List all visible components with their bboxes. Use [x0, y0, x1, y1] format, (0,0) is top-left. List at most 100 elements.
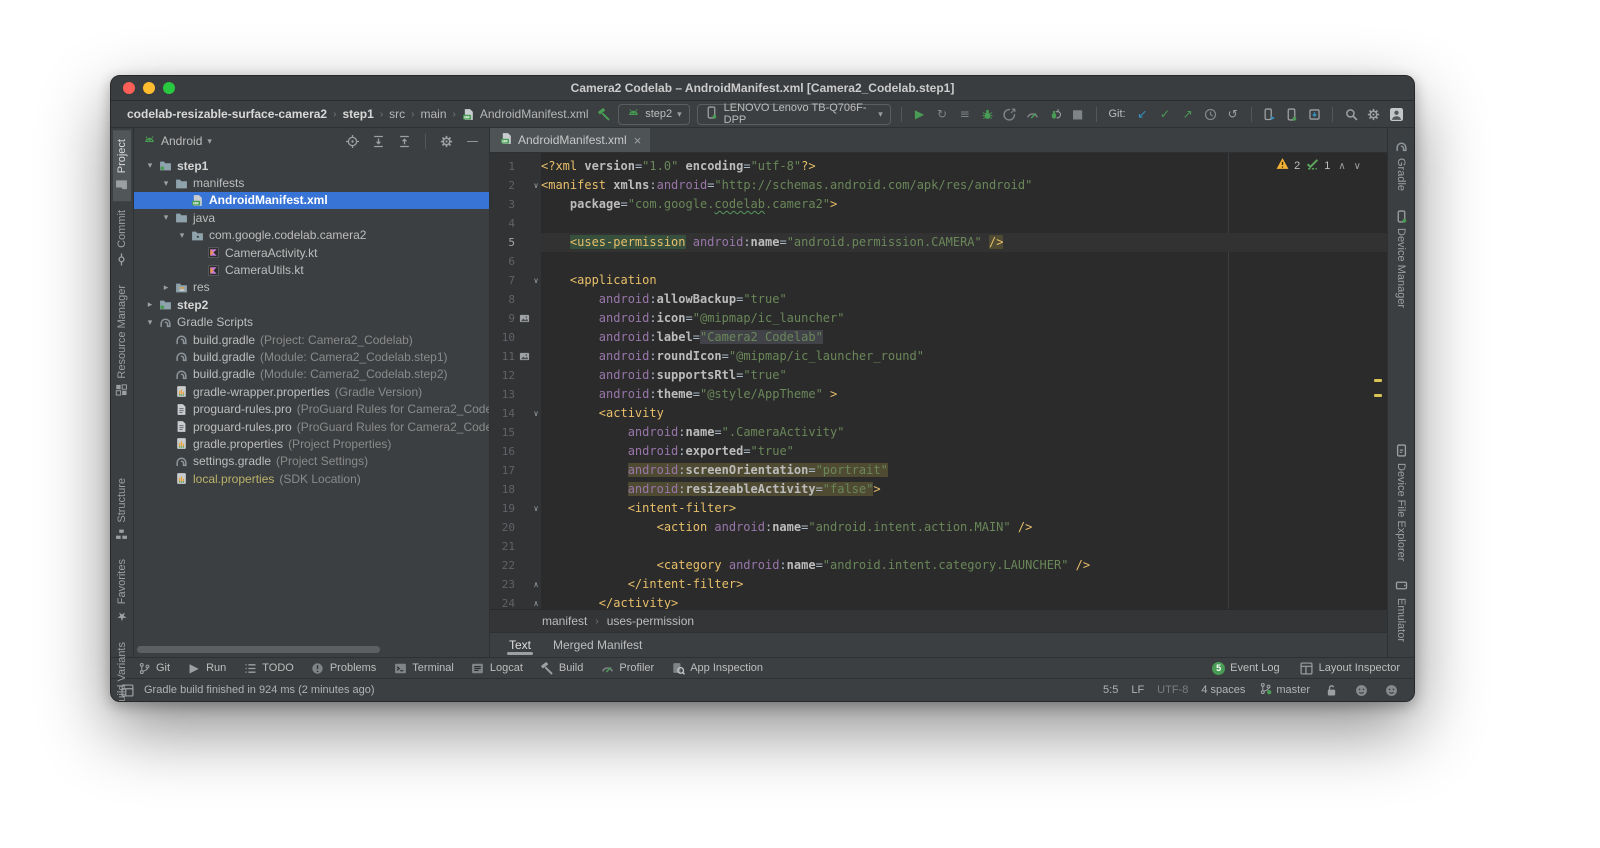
- inspections-widget[interactable]: 2 1 ∧ ∨: [1275, 156, 1361, 177]
- face-icon[interactable]: [1383, 682, 1400, 699]
- previous-problem-icon[interactable]: ∧: [1338, 157, 1345, 176]
- code-line[interactable]: 8 android:allowBackup="true": [490, 290, 1387, 309]
- code-line[interactable]: 23 ∧ </intent-filter>: [490, 575, 1387, 594]
- sdk-manager-button[interactable]: [1307, 106, 1323, 123]
- code-line[interactable]: 13 android:theme="@style/AppTheme" >: [490, 385, 1387, 404]
- expand-all-button[interactable]: [370, 133, 387, 150]
- hide-panel-button[interactable]: —: [464, 133, 481, 150]
- tree-item[interactable]: ▾ Gradle Scripts: [134, 314, 489, 331]
- lock-icon[interactable]: [1323, 682, 1340, 699]
- code-line[interactable]: 7 ∨ <application: [490, 271, 1387, 290]
- tool-window-button-logcat[interactable]: Logcat: [471, 661, 523, 675]
- breadcrumb-item[interactable]: manifest: [542, 614, 587, 628]
- profile-avatar[interactable]: [1389, 106, 1405, 123]
- tree-toggle-icon[interactable]: ▾: [174, 230, 190, 241]
- attach-debugger-button[interactable]: [1002, 106, 1018, 123]
- profile-restart-button[interactable]: [1047, 106, 1063, 123]
- next-problem-icon[interactable]: ∨: [1354, 157, 1361, 176]
- rollback-button[interactable]: ↺: [1225, 106, 1241, 123]
- tree-item[interactable]: gradle.properties (Project Properties): [134, 435, 489, 452]
- sidebar-item-resource-manager[interactable]: Resource Manager: [113, 276, 131, 407]
- collapse-all-button[interactable]: [396, 133, 413, 150]
- fold-marker-icon[interactable]: ∨: [531, 271, 541, 290]
- editor-tab[interactable]: MF AndroidManifest.xml ×: [490, 128, 651, 152]
- code-line[interactable]: 14 ∨ <activity: [490, 404, 1387, 423]
- code-line[interactable]: 18 android:resizeableActivity="false">: [490, 480, 1387, 499]
- tree-toggle-icon[interactable]: ▸: [158, 282, 174, 293]
- debug-button[interactable]: [979, 106, 995, 123]
- code-line[interactable]: 1 <?xml version="1.0" encoding="utf-8"?>: [490, 157, 1387, 176]
- sidebar-item-build-variants[interactable]: Build Variants: [113, 633, 131, 701]
- minimize-window-button[interactable]: [143, 82, 155, 94]
- tree-item[interactable]: proguard-rules.pro (ProGuard Rules for Ca…: [134, 400, 489, 417]
- breadcrumb-item[interactable]: codelab-resizable-surface-camera2: [127, 107, 327, 121]
- tree-item[interactable]: ▸ res: [134, 279, 489, 296]
- locate-file-button[interactable]: [344, 133, 361, 150]
- project-horizontal-scrollbar[interactable]: [137, 646, 380, 653]
- tree-item[interactable]: proguard-rules.pro (ProGuard Rules for Ca…: [134, 418, 489, 435]
- close-window-button[interactable]: [123, 82, 135, 94]
- settings-button[interactable]: [1366, 106, 1382, 123]
- maximize-window-button[interactable]: [163, 82, 175, 94]
- tree-toggle-icon[interactable]: ▾: [158, 178, 174, 189]
- breadcrumb-item[interactable]: step1: [342, 107, 373, 121]
- tree-item[interactable]: build.gradle (Project: Camera2_Codelab): [134, 331, 489, 348]
- project-view-selector[interactable]: Android: [161, 134, 202, 148]
- profile-button[interactable]: [1025, 106, 1041, 123]
- run-config-selector[interactable]: step2 ▾: [618, 103, 690, 125]
- fold-marker-icon[interactable]: ∨: [531, 404, 541, 423]
- code-line[interactable]: 6: [490, 252, 1387, 271]
- tree-item[interactable]: ▾ java: [134, 209, 489, 226]
- pair-devices-button[interactable]: [1262, 106, 1278, 123]
- tree-toggle-icon[interactable]: ▾: [158, 212, 174, 223]
- code-line[interactable]: 5 <uses-permission android:name="android…: [490, 233, 1387, 252]
- build-project-button[interactable]: [596, 106, 612, 123]
- git-commit-button[interactable]: ✓: [1157, 106, 1173, 123]
- tool-window-button-profiler[interactable]: Profiler: [600, 661, 654, 675]
- panel-settings-button[interactable]: [438, 133, 455, 150]
- breadcrumb-item[interactable]: src: [389, 107, 405, 121]
- indent-style[interactable]: 4 spaces: [1201, 684, 1245, 696]
- warning-stripe-mark[interactable]: [1374, 379, 1382, 382]
- tree-item[interactable]: CameraUtils.kt: [134, 261, 489, 278]
- code-line[interactable]: 3 package="com.google.codelab.camera2">: [490, 195, 1387, 214]
- git-push-button[interactable]: ↗: [1180, 106, 1196, 123]
- warning-stripe-mark[interactable]: [1374, 394, 1382, 397]
- tree-toggle-icon[interactable]: ▾: [142, 317, 158, 328]
- line-separator[interactable]: LF: [1131, 684, 1144, 696]
- tree-item[interactable]: build.gradle (Module: Camera2_Codelab.ste…: [134, 366, 489, 383]
- fold-marker-icon[interactable]: ∧: [531, 575, 541, 594]
- code-line[interactable]: 11 android:roundIcon="@mipmap/ic_launche…: [490, 347, 1387, 366]
- tool-window-button-terminal[interactable]: Terminal: [393, 661, 454, 675]
- code-line[interactable]: 12 android:supportsRtl="true": [490, 366, 1387, 385]
- tree-item[interactable]: ▾ com.google.codelab.camera2: [134, 227, 489, 244]
- run-button[interactable]: ▶: [912, 106, 928, 123]
- tree-item[interactable]: ▾ manifests: [134, 174, 489, 191]
- tree-toggle-icon[interactable]: ▾: [142, 160, 158, 171]
- tool-window-button-app-inspection[interactable]: App Inspection: [671, 661, 763, 675]
- sidebar-item-structure[interactable]: Structure: [113, 469, 131, 551]
- code-line[interactable]: 2 ∨ <manifest xmlns:android="http://schema…: [490, 176, 1387, 195]
- sidebar-item-emulator[interactable]: Emulator: [1392, 570, 1410, 651]
- code-line[interactable]: 22 <category android:name="android.inten…: [490, 556, 1387, 575]
- tool-window-button-todo[interactable]: TODO: [243, 661, 294, 675]
- sidebar-item-device-manager[interactable]: Device Manager: [1392, 200, 1410, 317]
- tree-item[interactable]: gradle-wrapper.properties (Gradle Version…: [134, 383, 489, 400]
- fold-marker-icon[interactable]: ∨: [531, 499, 541, 518]
- code-line[interactable]: 20 <action android:name="android.intent.…: [490, 518, 1387, 537]
- breadcrumb-item[interactable]: uses-permission: [607, 614, 694, 628]
- code-line[interactable]: 9 android:icon="@mipmap/ic_launcher": [490, 309, 1387, 328]
- search-everywhere-button[interactable]: [1343, 106, 1359, 123]
- device-selector[interactable]: LENOVO Lenovo TB-Q706F-DPP ▾: [696, 102, 891, 126]
- breadcrumb-item[interactable]: main: [421, 107, 447, 121]
- code-line[interactable]: 17 android:screenOrientation="portrait": [490, 461, 1387, 480]
- tree-item[interactable]: settings.gradle (Project Settings): [134, 453, 489, 470]
- history-button[interactable]: [1202, 106, 1218, 123]
- tree-item[interactable]: ▾ step1: [134, 157, 489, 174]
- code-editor[interactable]: 1 <?xml version="1.0" encoding="utf-8"?> 2…: [490, 153, 1387, 609]
- sidebar-item-favorites[interactable]: ★ Favorites: [113, 550, 131, 632]
- code-line[interactable]: 21: [490, 537, 1387, 556]
- breadcrumb-item[interactable]: MF AndroidManifest.xml: [462, 107, 589, 121]
- sidebar-item-project[interactable]: Project: [113, 130, 131, 202]
- code-line[interactable]: 19 ∨ <intent-filter>: [490, 499, 1387, 518]
